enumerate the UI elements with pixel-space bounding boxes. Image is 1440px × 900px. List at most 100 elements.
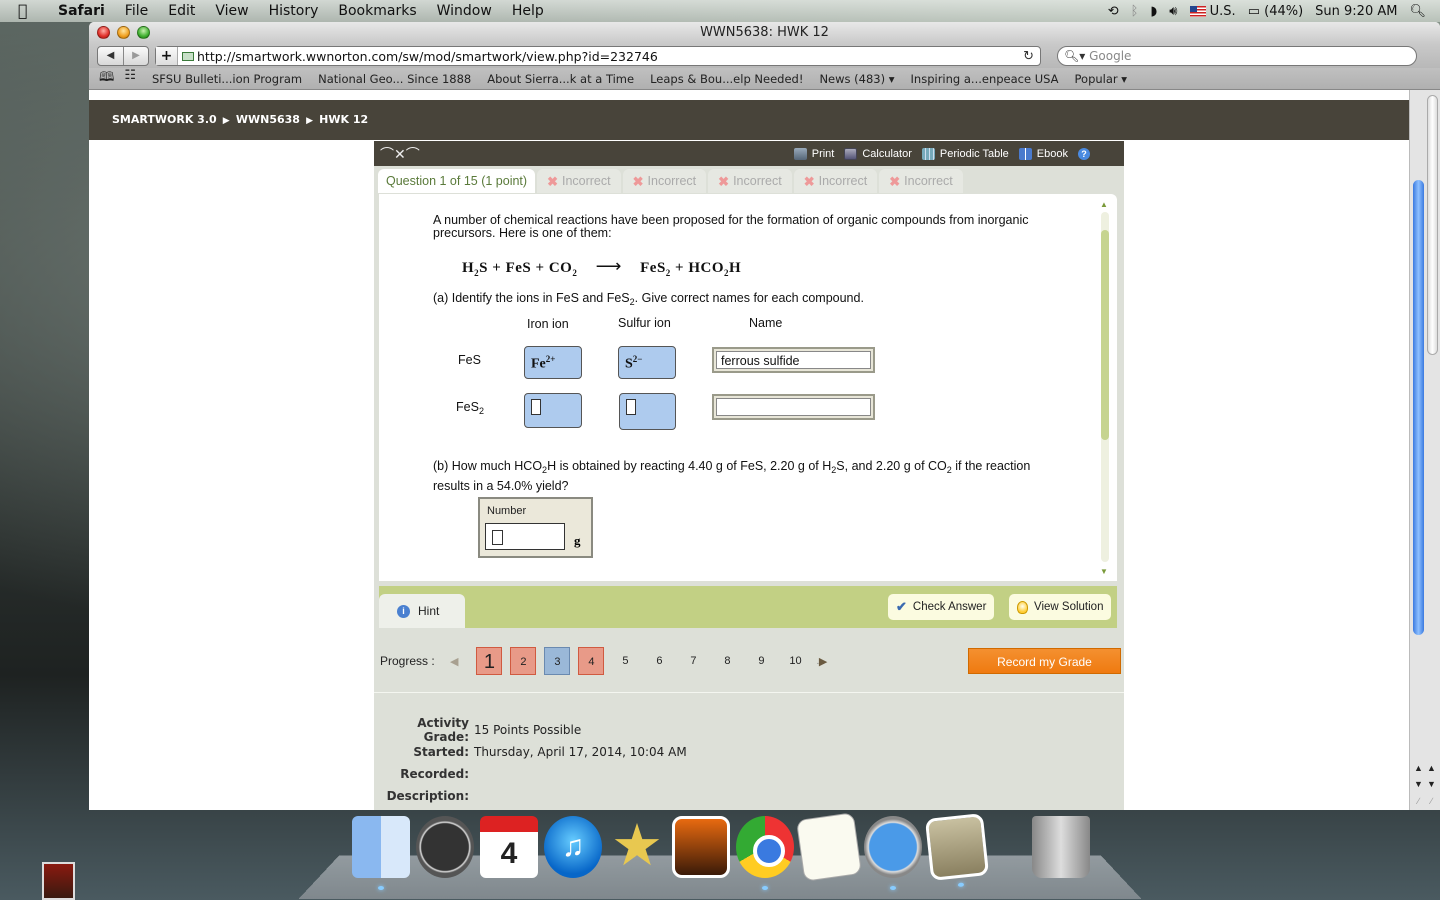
spotlight-icon[interactable]: 🔍︎ [1409,4,1426,19]
dashboard-icon[interactable] [416,816,474,878]
bookmark-item[interactable]: About Sierra...k at a Time [487,72,634,86]
bookmark-item[interactable]: Leaps & Bou...elp Needed! [650,72,803,86]
sulfur-ion-drop-zone-fes2[interactable] [619,393,676,430]
progress-page-5[interactable]: 5 [612,647,638,675]
imovie-icon[interactable]: ★ [608,816,666,878]
chrome-icon[interactable] [736,816,794,890]
tab-attempt[interactable]: ✖ Incorrect [879,169,963,193]
scroll-down-arrow-icon[interactable]: ▼ [1100,567,1108,576]
menu-window[interactable]: Window [427,3,502,19]
name-input-fes2[interactable] [716,398,871,416]
progress-page-2[interactable]: 2 [510,647,537,675]
trash-icon[interactable] [1032,816,1090,878]
help-icon[interactable]: ? [1078,147,1090,160]
progress-page-8[interactable]: 8 [714,647,740,675]
iphoto-icon[interactable] [924,813,990,888]
wifi-icon[interactable]: ◗ [1150,4,1157,19]
image-capture-icon[interactable] [672,816,730,878]
name-field-fes[interactable]: ferrous sulfide [712,347,875,373]
question-scrollbar[interactable]: ▲ ▼ [1100,200,1109,576]
menu-edit[interactable]: Edit [158,3,205,19]
volume-icon[interactable]: 🔊︎ [1169,4,1177,19]
dock: 4 ♫ ★ [298,812,1142,900]
page-scrollbar[interactable]: ▲ ▲ ▼ ▼ ∕ ∕ [1409,90,1440,810]
progress-page-4[interactable]: 4 [578,647,605,675]
resize-grip-icon[interactable]: ∕ ∕ [1412,796,1438,806]
desktop-file-icon[interactable] [42,862,75,900]
scroll-thumb[interactable] [1101,230,1109,440]
bookmark-item[interactable]: Inspiring a...enpeace USA [911,72,1059,86]
finder-icon[interactable] [352,816,410,890]
input-source-menu[interactable]: U.S. [1189,4,1236,19]
progress-page-10[interactable]: 10 [782,647,808,675]
sulfur-ion-drop-zone-fes[interactable]: S2− [618,346,676,379]
ebook-button[interactable]: Ebook [1018,147,1068,160]
back-button[interactable]: ◀ [98,47,123,65]
zoom-window-button[interactable] [137,26,150,39]
menu-app[interactable]: Safari [48,3,115,19]
name-field-fes2[interactable] [712,394,875,420]
tab-current-question[interactable]: Question 1 of 15 (1 point) [378,169,536,193]
menu-view[interactable]: View [205,3,258,19]
safari-icon[interactable] [864,816,922,890]
breadcrumb-assignment[interactable]: HWK 12 [319,113,368,126]
record-grade-button[interactable]: Record my Grade [968,648,1121,674]
top-sites-icon[interactable]: ☷ [124,68,136,90]
close-window-button[interactable] [97,26,110,39]
minimize-window-button[interactable] [117,26,130,39]
check-answer-button[interactable]: ✔ Check Answer [888,594,995,620]
clock[interactable]: Sun 9:20 AM [1315,4,1397,19]
hint-tab[interactable]: i Hint [379,594,465,628]
breadcrumb-course[interactable]: WWN5638 [236,113,300,126]
menu-history[interactable]: History [259,3,329,19]
ical-icon[interactable]: 4 [480,816,538,878]
print-button[interactable]: Print [793,147,834,160]
progress-page-1[interactable]: 1 [476,647,503,675]
itunes-icon[interactable]: ♫ [544,816,602,878]
search-field[interactable]: 🔍︎▾ Google [1057,46,1417,66]
breadcrumb-smartwork[interactable]: SMARTWORK 3.0 [112,113,217,126]
secondary-scroll-track[interactable] [1427,95,1438,355]
iron-ion-drop-zone-fes[interactable]: Fe2+ [524,346,582,379]
tab-attempt[interactable]: ✖ Incorrect [622,169,707,193]
textedit-icon[interactable] [795,812,863,882]
tab-attempt[interactable]: ✖ Incorrect [708,169,792,193]
bookmark-folder-news[interactable]: News (483) ▾ [819,72,894,86]
prev-page-arrow-icon[interactable]: ◀ [450,655,458,668]
url-text[interactable]: http://smartwork.wwnorton.com/sw/mod/sma… [197,49,658,64]
time-machine-icon[interactable]: ⟲ [1108,4,1119,19]
progress-page-6[interactable]: 6 [646,647,672,675]
number-input[interactable] [485,523,565,550]
bookmark-item[interactable]: SFSU Bulleti...ion Program [152,72,302,86]
reading-list-icon[interactable]: 🕮︎ [99,68,114,90]
menu-file[interactable]: File [115,3,158,19]
tab-attempt[interactable]: ✖ Incorrect [793,169,878,193]
iron-ion-drop-zone-fes2[interactable] [524,393,582,428]
view-solution-button[interactable]: View Solution [1009,594,1112,620]
scroll-up-arrow-icon[interactable]: ▲ ▲ [1412,763,1438,773]
calculator-button[interactable]: Calculator [844,147,912,160]
tab-label: Incorrect [904,173,953,188]
scroll-up-arrow-icon[interactable]: ▲ [1100,200,1108,209]
info-icon: i [397,604,410,618]
bookmark-folder-popular[interactable]: Popular ▾ [1075,72,1128,86]
periodic-table-button[interactable]: Periodic Table [921,147,1009,160]
battery-menu[interactable]: ▭ (44%) [1248,4,1303,19]
apple-menu-icon[interactable]:  [18,2,36,20]
reload-icon[interactable]: ↻ [1023,49,1040,64]
page-scroll-thumb[interactable] [1413,180,1424,635]
progress-page-9[interactable]: 9 [748,647,774,675]
menu-bookmarks[interactable]: Bookmarks [328,3,426,19]
scroll-down-arrow-icon[interactable]: ▼ ▼ [1412,779,1438,789]
add-bookmark-button[interactable]: + [156,47,178,65]
next-page-arrow-icon[interactable]: ▶ [819,655,827,668]
progress-page-3[interactable]: 3 [544,647,571,675]
bluetooth-icon[interactable]: ᛒ [1131,4,1139,19]
address-bar[interactable]: + http://smartwork.wwnorton.com/sw/mod/s… [155,46,1041,66]
tab-attempt[interactable]: ✖ Incorrect [537,169,621,193]
bookmark-item[interactable]: National Geo... Since 1888 [318,72,471,86]
forward-button[interactable]: ▶ [123,47,148,65]
name-input-fes[interactable]: ferrous sulfide [716,351,871,369]
progress-page-7[interactable]: 7 [680,647,706,675]
menu-help[interactable]: Help [502,3,554,19]
